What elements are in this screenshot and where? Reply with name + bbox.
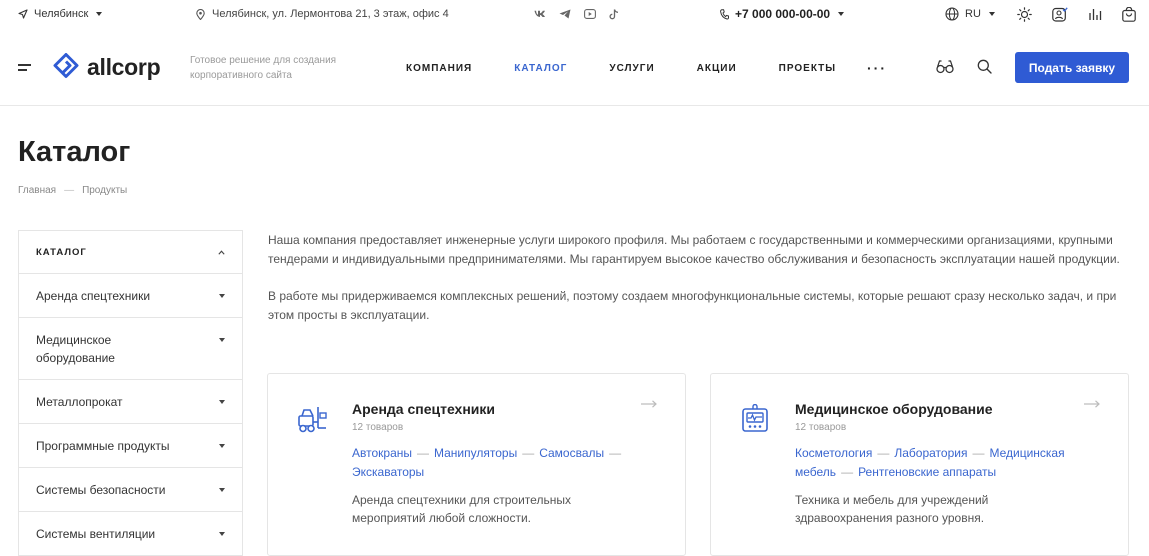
- forklift-icon: [296, 404, 328, 434]
- nav-item-projects[interactable]: ПРОЕКТЫ: [779, 63, 836, 74]
- tag-link[interactable]: Рентгеновские аппараты: [858, 465, 996, 479]
- sidebar-heading[interactable]: КАТАЛОГ: [19, 231, 242, 274]
- nav-more-button[interactable]: ···: [867, 60, 887, 76]
- breadcrumb-separator: —: [64, 185, 75, 196]
- description-paragraph: Наша компания предоставляет инженерные у…: [268, 233, 1120, 266]
- top-bar: Челябинск Челябинск, ул. Лермонтова 21, …: [0, 0, 1149, 28]
- tiktok-icon[interactable]: [609, 8, 619, 20]
- language-label: RU: [965, 8, 981, 20]
- card-tags: Косметология — Лаборатория — Медицинская меб…: [795, 446, 1065, 479]
- chevron-down-icon: [219, 338, 225, 342]
- chevron-up-icon: [218, 249, 225, 255]
- tag-link[interactable]: Автокраны: [352, 446, 412, 460]
- chevron-down-icon: [838, 12, 845, 16]
- nav-item-catalog[interactable]: КАТАЛОГ: [514, 63, 567, 74]
- vk-icon[interactable]: [534, 10, 546, 18]
- chevron-down-icon: [219, 400, 225, 404]
- logo[interactable]: allcorp: [53, 53, 161, 81]
- chevron-down-icon: [219, 444, 225, 448]
- card-title[interactable]: Медицинское оборудование: [795, 401, 993, 417]
- language-selector[interactable]: RU: [945, 0, 995, 28]
- medical-device-icon: [739, 404, 771, 434]
- phone-icon: [720, 8, 729, 20]
- tagline: Готовое решение для создания корпоративн…: [190, 55, 337, 81]
- sun-icon[interactable]: [1017, 6, 1032, 22]
- sidebar-item-equipment-rental[interactable]: Аренда спецтехники: [19, 274, 242, 318]
- main-header: allcorp Готовое решение для создания кор…: [0, 30, 1149, 106]
- menu-icon[interactable]: [18, 64, 31, 72]
- chevron-down-icon: [96, 12, 103, 16]
- tag-link[interactable]: Самосвалы: [539, 446, 604, 460]
- city-label: Челябинск: [34, 8, 89, 20]
- sidebar-item-label: Системы вентиляции: [36, 527, 156, 541]
- nav-item-promotions[interactable]: АКЦИИ: [697, 63, 737, 74]
- city-selector[interactable]: Челябинск: [18, 0, 103, 28]
- sidebar-item-metal-products[interactable]: Металлопрокат: [19, 380, 242, 424]
- chevron-down-icon: [219, 294, 225, 298]
- catalog-sidebar: КАТАЛОГ Аренда спецтехники Медицинское о…: [18, 230, 243, 556]
- card-description: Аренда спецтехники для строительных меро…: [352, 493, 571, 525]
- social-links: [534, 0, 619, 28]
- sidebar-item-software[interactable]: Программные продукты: [19, 424, 242, 468]
- tag-link[interactable]: Экскаваторы: [352, 465, 424, 479]
- search-icon[interactable]: [977, 59, 992, 74]
- chevron-down-icon: [219, 488, 225, 492]
- card-count: 12 товаров: [352, 422, 404, 433]
- card-count: 12 товаров: [795, 422, 847, 433]
- globe-icon: [945, 7, 959, 21]
- logo-text: allcorp: [87, 53, 161, 80]
- submit-request-button[interactable]: Подать заявку: [1015, 52, 1129, 83]
- sidebar-item-ventilation-systems[interactable]: Системы вентиляции: [19, 512, 242, 556]
- location-icon: [18, 9, 28, 19]
- card-tags: Автокраны — Манипуляторы — Самосвалы — Экскав…: [352, 446, 622, 479]
- sidebar-item-label: Медицинское оборудование: [36, 333, 115, 365]
- sidebar-item-label: Аренда спецтехники: [36, 289, 151, 303]
- phone-number: +7 000 000-00-00: [735, 7, 831, 21]
- description-paragraph: В работе мы придерживаемся комплексных р…: [268, 289, 1117, 322]
- nav-item-services[interactable]: УСЛУГИ: [609, 63, 654, 74]
- sidebar-item-label: Системы безопасности: [36, 483, 166, 497]
- arrow-right-icon[interactable]: [1084, 400, 1100, 408]
- sidebar-item-label: Металлопрокат: [36, 395, 123, 409]
- logo-mark-icon: [53, 53, 79, 81]
- chevron-down-icon: [988, 12, 995, 16]
- telegram-icon[interactable]: [559, 9, 571, 19]
- sidebar-heading-label: КАТАЛОГ: [36, 246, 87, 258]
- tag-link[interactable]: Манипуляторы: [434, 446, 517, 460]
- arrow-right-icon[interactable]: [641, 400, 657, 408]
- chart-icon[interactable]: [1088, 7, 1102, 21]
- bag-icon[interactable]: [1122, 6, 1136, 22]
- sidebar-item-security-systems[interactable]: Системы безопасности: [19, 468, 242, 512]
- breadcrumb: Главная — Продукты: [18, 185, 127, 196]
- card-title[interactable]: Аренда спецтехники: [352, 401, 495, 417]
- address-text: Челябинск, ул. Лермонтова 21, 3 этаж, оф…: [212, 8, 449, 20]
- category-card-equipment-rental[interactable]: Аренда спецтехники 12 товаров Автокраны —…: [267, 373, 686, 556]
- breadcrumb-home[interactable]: Главная: [18, 185, 56, 196]
- nav-item-company[interactable]: КОМПАНИЯ: [406, 63, 472, 74]
- phone-selector[interactable]: +7 000 000-00-00: [720, 0, 845, 28]
- card-description: Техника и мебель для учреждений здравоох…: [795, 493, 989, 525]
- chevron-down-icon: [219, 532, 225, 536]
- category-card-medical-equipment[interactable]: Медицинское оборудование 12 товаров Косм…: [710, 373, 1129, 556]
- utility-icons: [1017, 0, 1136, 28]
- catalog-description: Наша компания предоставляет инженерные у…: [268, 231, 1133, 325]
- breadcrumb-current: Продукты: [82, 185, 128, 196]
- address: Челябинск, ул. Лермонтова 21, 3 этаж, оф…: [196, 0, 449, 28]
- tag-link[interactable]: Лаборатория: [894, 446, 967, 460]
- sidebar-item-medical-equipment[interactable]: Медицинское оборудование: [19, 318, 242, 380]
- tag-link[interactable]: Косметология: [795, 446, 872, 460]
- sidebar-item-label: Программные продукты: [36, 439, 170, 453]
- eye-icon[interactable]: [936, 59, 954, 75]
- main-nav: КОМПАНИЯ КАТАЛОГ УСЛУГИ АКЦИИ ПРОЕКТЫ: [406, 30, 878, 106]
- user-icon[interactable]: [1052, 6, 1068, 22]
- pin-icon: [196, 8, 205, 20]
- page-title: Каталог: [18, 136, 131, 168]
- youtube-icon[interactable]: [584, 9, 596, 19]
